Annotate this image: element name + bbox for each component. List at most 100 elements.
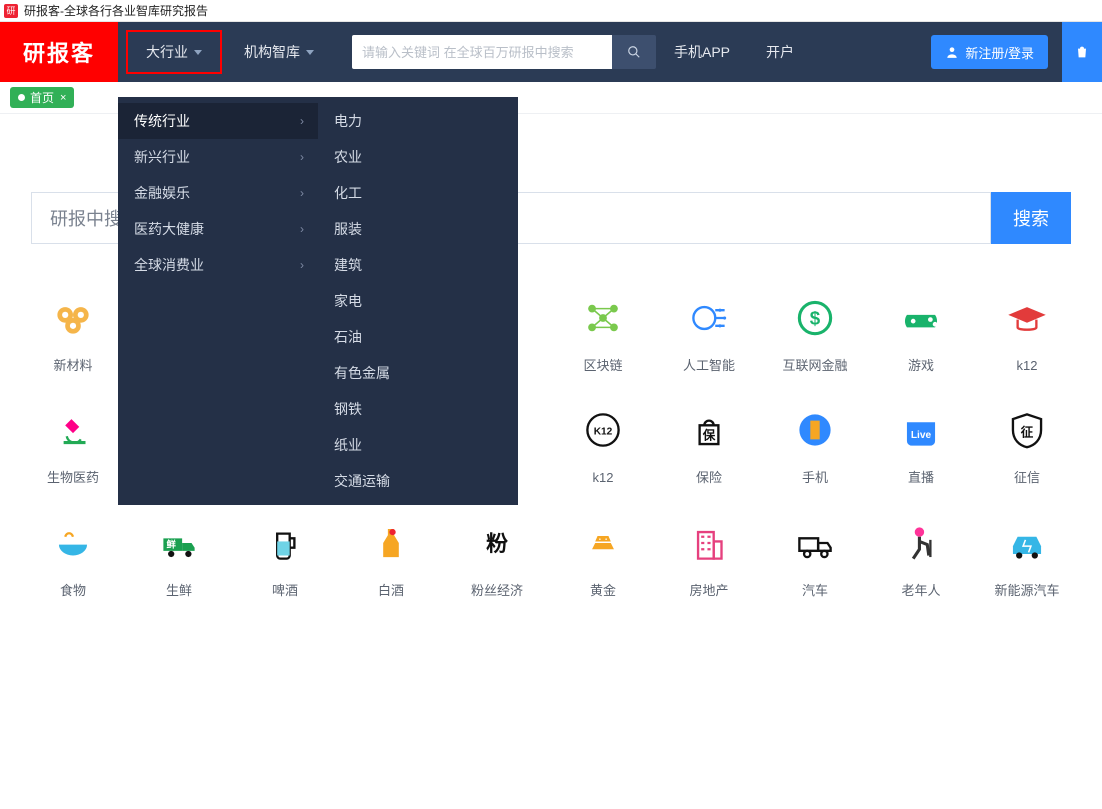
hero-search-button-label: 搜索	[1013, 205, 1049, 231]
mega-sub-item[interactable]: 石油	[318, 319, 518, 355]
chevron-down-icon	[194, 50, 202, 55]
category-label: 生物医药	[20, 470, 126, 486]
nav-mobile-app-label: 手机APP	[674, 42, 730, 62]
category-cell[interactable]: K12k12	[550, 400, 656, 486]
chevron-right-icon: ›	[300, 222, 304, 236]
mega-sub-item[interactable]: 家电	[318, 283, 518, 319]
grad-cap-icon	[1002, 293, 1052, 343]
svg-text:$: $	[810, 307, 821, 328]
category-icon-wrap: 征	[997, 400, 1057, 460]
top-search-button[interactable]	[612, 35, 656, 69]
hero-search-button[interactable]: 搜索	[991, 192, 1071, 244]
mega-sub-item[interactable]: 电力	[318, 103, 518, 139]
category-cell[interactable]: 房地产	[656, 513, 762, 599]
liquor-icon	[366, 518, 416, 568]
site-logo[interactable]: 研报客	[0, 22, 118, 82]
mega-sub-item[interactable]: 农业	[318, 139, 518, 175]
mega-sub-item[interactable]: 交通运输	[318, 463, 518, 499]
tab-close-icon[interactable]: ×	[60, 92, 66, 104]
category-icon-wrap	[785, 400, 845, 460]
category-cell[interactable]: 白酒	[338, 513, 444, 599]
chevron-down-icon	[306, 50, 314, 55]
category-label: 直播	[868, 470, 974, 486]
nav-thinktank-label: 机构智库	[244, 42, 300, 62]
svg-text:鲜: 鲜	[167, 538, 177, 549]
top-search-input[interactable]	[352, 35, 612, 69]
category-icon-wrap	[997, 288, 1057, 348]
window-title-bar: 研 研报客-全球各行各业智库研究报告	[0, 0, 1102, 22]
chevron-right-icon: ›	[300, 258, 304, 272]
mega-category-label: 医药大健康	[134, 219, 204, 239]
category-cell[interactable]: 保保险	[656, 400, 762, 486]
login-button[interactable]: 新注册/登录	[931, 35, 1048, 69]
category-cell[interactable]: 食物	[20, 513, 126, 599]
mega-category-item[interactable]: 金融娱乐›	[118, 175, 318, 211]
category-icon-wrap: $	[785, 288, 845, 348]
chevron-right-icon: ›	[300, 114, 304, 128]
bag-icon	[1074, 44, 1090, 60]
mega-category-item[interactable]: 医药大健康 ›	[118, 211, 318, 247]
mega-sub-item[interactable]: 化工	[318, 175, 518, 211]
mega-category-item[interactable]: 新兴行业›	[118, 139, 318, 175]
category-icon-wrap	[785, 513, 845, 573]
category-icon-wrap: Live	[891, 400, 951, 460]
user-icon	[945, 45, 959, 59]
app-icon: 研	[4, 4, 18, 18]
category-icon-wrap	[573, 288, 633, 348]
dollar-circle-icon: $	[790, 293, 840, 343]
svg-text:保: 保	[702, 428, 716, 443]
mega-category-item[interactable]: 传统行业›	[118, 103, 318, 139]
category-cell[interactable]: 区块链	[550, 288, 656, 374]
category-label: 生鲜	[126, 583, 232, 599]
mega-sub-item[interactable]: 建筑	[318, 247, 518, 283]
fresh-truck-icon: 鲜	[154, 518, 204, 568]
category-cell[interactable]: 征征信	[974, 400, 1080, 486]
category-cell[interactable]: 新材料	[20, 288, 126, 374]
gamepad-icon	[896, 293, 946, 343]
category-cell[interactable]: 人工智能	[656, 288, 762, 374]
category-label: 粉丝经济	[444, 583, 550, 599]
nav-open-account[interactable]: 开户	[748, 22, 812, 82]
category-cell[interactable]: 生物医药	[20, 400, 126, 486]
brain-chip-icon	[684, 293, 734, 343]
category-label: 白酒	[338, 583, 444, 599]
beer-icon	[260, 518, 310, 568]
category-cell[interactable]: 粉粉丝经济	[444, 513, 550, 599]
category-cell[interactable]: 鲜生鲜	[126, 513, 232, 599]
cart-button[interactable]	[1062, 22, 1102, 82]
category-cell[interactable]: 汽车	[762, 513, 868, 599]
category-icon-wrap	[255, 513, 315, 573]
mega-category-label: 全球消费业	[134, 255, 204, 275]
category-cell[interactable]: Live 直播	[868, 400, 974, 486]
category-label: 新材料	[20, 358, 126, 374]
nav-thinktank[interactable]: 机构智库	[226, 22, 332, 82]
credit-shield-icon: 征	[1002, 405, 1052, 455]
category-cell[interactable]: $ 互联网金融	[762, 288, 868, 374]
category-cell[interactable]: 啤酒	[232, 513, 338, 599]
mega-category-label: 新兴行业	[134, 147, 190, 167]
tab-home[interactable]: 首页 ×	[10, 87, 74, 108]
mega-sub-item[interactable]: 有色金属	[318, 355, 518, 391]
category-cell[interactable]: 新能源汽车	[974, 513, 1080, 599]
delivery-truck-icon	[790, 518, 840, 568]
category-cell[interactable]: k12	[974, 288, 1080, 374]
mega-sub-item[interactable]: 服装	[318, 211, 518, 247]
category-icon-wrap: K12	[573, 400, 633, 460]
mega-category-item[interactable]: 全球消费业 ›	[118, 247, 318, 283]
svg-text:Live: Live	[911, 430, 932, 441]
category-cell[interactable]: 手机	[762, 400, 868, 486]
mega-sub-item[interactable]: 钢铁	[318, 391, 518, 427]
category-cell[interactable]: 游戏	[868, 288, 974, 374]
category-label: 新能源汽车	[974, 583, 1080, 599]
mega-sub-item[interactable]: 纸业	[318, 427, 518, 463]
category-label: 黄金	[550, 583, 656, 599]
category-label: 老年人	[868, 583, 974, 599]
category-cell[interactable]: 老年人	[868, 513, 974, 599]
nav-industries[interactable]: 大行业	[126, 30, 222, 74]
category-icon-wrap	[891, 288, 951, 348]
svg-text:征: 征	[1021, 425, 1034, 440]
category-cell[interactable]: 黄金	[550, 513, 656, 599]
category-label: 互联网金融	[762, 358, 868, 374]
nav-mobile-app[interactable]: 手机APP	[656, 22, 748, 82]
category-label: 征信	[974, 470, 1080, 486]
